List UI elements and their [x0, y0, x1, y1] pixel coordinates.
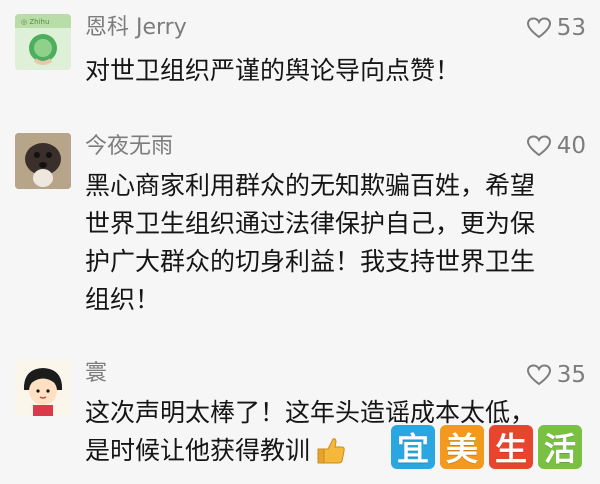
comment-text: 对世卫组织严谨的舆论导向点赞！	[85, 52, 586, 90]
cartoon-girl-avatar-icon	[15, 360, 71, 416]
watermark-char: 活	[538, 425, 582, 469]
comment-line: 世界卫生组织通过法律保护自己，更为保	[85, 209, 536, 238]
green-leaf-globe-avatar-icon: ◎ Zhihu	[15, 14, 71, 70]
like-button[interactable]: 35	[526, 361, 586, 389]
like-count: 40	[556, 133, 586, 159]
like-count: 53	[556, 15, 586, 41]
like-count: 35	[556, 362, 586, 388]
username[interactable]: 今夜无雨	[85, 133, 173, 161]
username[interactable]: 恩科 Jerry	[85, 14, 187, 42]
heart-icon	[526, 135, 551, 157]
dog-photo-avatar-icon	[15, 133, 71, 189]
comment-line: 组织！	[85, 285, 161, 314]
avatar[interactable]	[15, 133, 71, 189]
watermark-char: 美	[440, 425, 484, 469]
comment-text: 黑心商家利用群众的无知欺骗百姓，希望 世界卫生组织通过法律保护自己，更为保 护广…	[85, 167, 586, 319]
watermark-char: 宜	[391, 425, 435, 469]
like-button[interactable]: 53	[526, 14, 586, 42]
comment-line: 对世卫组织严谨的舆论导向点赞！	[85, 56, 461, 85]
svg-text:◎ Zhihu: ◎ Zhihu	[21, 18, 49, 26]
heart-icon	[526, 364, 551, 386]
avatar[interactable]	[15, 360, 71, 416]
thumbs-up-emoji-icon	[317, 438, 345, 464]
comment-line: 黑心商家利用群众的无知欺骗百姓，希望	[85, 171, 536, 200]
like-button[interactable]: 40	[526, 132, 586, 160]
username[interactable]: 寰	[85, 360, 107, 388]
watermark-logo: 宜 美 生 活	[391, 424, 582, 470]
watermark-char: 生	[489, 425, 533, 469]
comment-line-text: 是时候让他获得教训	[85, 436, 311, 465]
comment-line: 护广大群众的切身利益！我支持世界卫生	[85, 247, 536, 276]
heart-icon	[526, 17, 551, 39]
comment-feed: ◎ Zhihu 恩科 Jerry 53 对世卫组织严谨的舆论导向点赞！ 今夜无雨…	[0, 0, 600, 484]
avatar[interactable]: ◎ Zhihu	[15, 14, 71, 70]
